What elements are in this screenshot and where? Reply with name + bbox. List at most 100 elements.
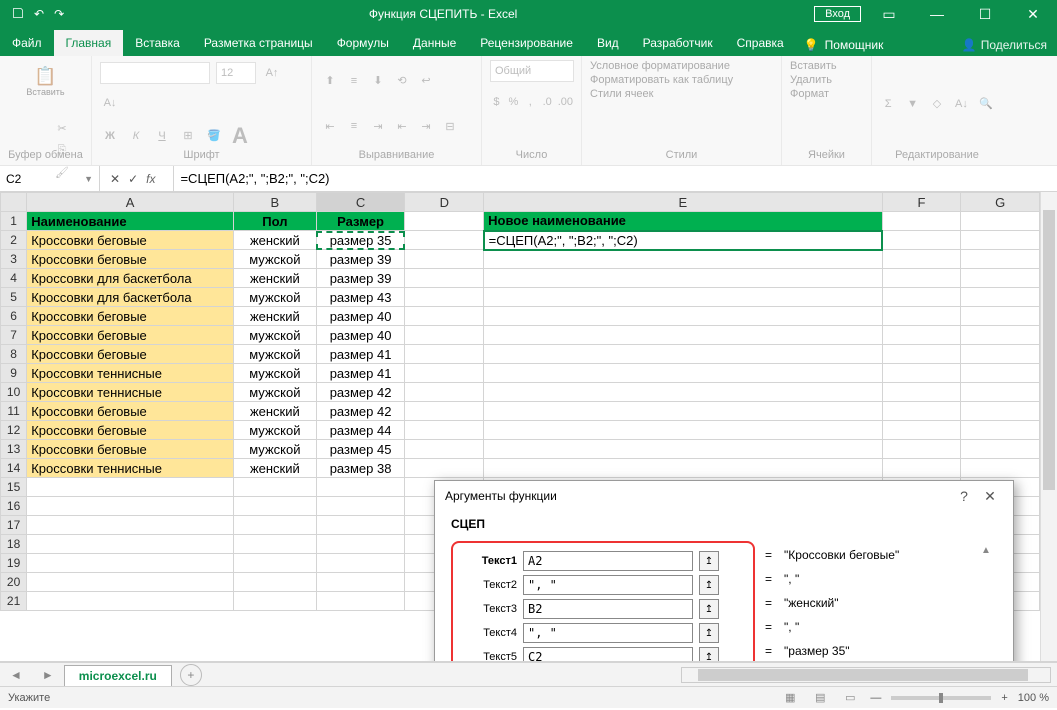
cell[interactable] [405,459,484,478]
cell[interactable] [484,307,882,326]
cell[interactable] [882,383,961,402]
page-break-view-icon[interactable]: ▭ [840,688,860,708]
redo-icon[interactable]: ↷ [54,7,64,22]
align-bottom-icon[interactable]: ⬇ [368,71,388,91]
cell[interactable] [234,516,317,535]
border-icon[interactable]: ⊞ [178,126,198,146]
cell[interactable]: Кроссовки беговые [27,421,234,440]
cell[interactable] [882,345,961,364]
cell[interactable] [882,231,961,250]
cell[interactable] [961,250,1040,269]
cell[interactable] [484,402,882,421]
range-picker-icon[interactable]: ↥ [699,623,719,643]
cell[interactable] [961,383,1040,402]
find-icon[interactable]: 🔍 [978,94,994,114]
table-row[interactable]: 8Кроссовки беговыемужскойразмер 41 [1,345,1040,364]
cell[interactable] [234,478,317,497]
decrease-decimal-icon[interactable]: .00 [558,92,573,112]
cell[interactable] [484,440,882,459]
cell[interactable] [316,497,405,516]
cell[interactable] [27,516,234,535]
page-layout-view-icon[interactable]: ▤ [810,688,830,708]
tab-formulas[interactable]: Формулы [325,30,401,56]
cell[interactable] [27,573,234,592]
cell[interactable] [234,554,317,573]
cancel-formula-icon[interactable]: ✕ [110,172,120,186]
cell[interactable] [27,535,234,554]
cell[interactable] [882,269,961,288]
cell[interactable]: мужской [234,383,317,402]
col-header-A[interactable]: A [27,193,234,212]
sheet-nav-prev-icon[interactable]: ◄ [0,668,32,682]
align-left-icon[interactable]: ⇤ [320,116,340,136]
table-row[interactable]: 7Кроссовки беговыемужскойразмер 40 [1,326,1040,345]
cell[interactable] [405,440,484,459]
cell[interactable]: Пол [234,212,317,231]
cell[interactable]: размер 41 [316,345,405,364]
cell[interactable] [234,497,317,516]
name-box[interactable]: C2 ▼ [0,166,100,191]
table-row[interactable]: 10Кроссовки теннисныемужскойразмер 42 [1,383,1040,402]
col-header-F[interactable]: F [882,193,961,212]
cell[interactable] [961,326,1040,345]
cell[interactable] [27,554,234,573]
cell[interactable] [882,288,961,307]
tab-view[interactable]: Вид [585,30,631,56]
cell[interactable]: Кроссовки беговые [27,250,234,269]
paste-button[interactable]: 📋 Вставить [28,60,64,102]
cell[interactable] [882,307,961,326]
dialog-titlebar[interactable]: Аргументы функции ? ✕ [435,481,1013,511]
currency-icon[interactable]: $ [490,92,503,112]
col-header-C[interactable]: C [316,193,405,212]
font-size-select[interactable] [216,62,256,84]
decrease-font-icon[interactable]: A↓ [100,93,120,113]
cell[interactable]: Размер [316,212,405,231]
cell[interactable] [27,497,234,516]
help-icon[interactable]: ? [951,488,977,504]
cell[interactable] [405,326,484,345]
cell[interactable]: мужской [234,364,317,383]
scroll-up-icon[interactable]: ▲ [981,545,997,556]
cell[interactable]: Кроссовки беговые [27,307,234,326]
cell[interactable]: Новое наименование [484,212,882,231]
align-center-icon[interactable]: ≡ [344,116,364,136]
table-row[interactable]: 5Кроссовки для баскетболамужскойразмер 4… [1,288,1040,307]
range-picker-icon[interactable]: ↥ [699,599,719,619]
format-painter-icon[interactable]: 🖌 [52,162,72,182]
font-name-select[interactable] [100,62,210,84]
col-header-G[interactable]: G [961,193,1040,212]
align-middle-icon[interactable]: ≡ [344,71,364,91]
insert-cells-button[interactable]: Вставить [790,60,837,72]
cell[interactable] [882,402,961,421]
cell[interactable] [484,326,882,345]
percent-icon[interactable]: % [507,92,520,112]
cell[interactable] [405,250,484,269]
fill-icon[interactable]: ▼ [904,94,920,114]
cell[interactable]: Кроссовки для баскетбола [27,288,234,307]
cell[interactable] [405,383,484,402]
cell[interactable] [484,421,882,440]
table-row[interactable]: 3Кроссовки беговыемужскойразмер 39 [1,250,1040,269]
arg-input-3[interactable] [523,599,693,619]
tab-insert[interactable]: Вставка [123,30,192,56]
new-sheet-icon[interactable]: + [180,664,202,686]
tab-file[interactable]: Файл [0,30,54,56]
zoom-level[interactable]: 100 % [1018,692,1049,704]
cell[interactable]: Кроссовки беговые [27,326,234,345]
cell[interactable] [961,288,1040,307]
cell[interactable]: мужской [234,326,317,345]
cell[interactable] [27,592,234,611]
cell[interactable] [234,535,317,554]
cell[interactable] [316,535,405,554]
tell-me[interactable]: 💡 Помощник [796,38,892,56]
cell[interactable]: Наименование [27,212,234,231]
arg-input-1[interactable] [523,551,693,571]
cell[interactable]: женский [234,402,317,421]
cell[interactable]: Кроссовки теннисные [27,459,234,478]
cell[interactable] [961,402,1040,421]
number-format-select[interactable] [490,60,574,82]
cell[interactable]: Кроссовки беговые [27,440,234,459]
comma-icon[interactable]: , [524,92,537,112]
share-button[interactable]: 👤 Поделиться [952,38,1057,56]
table-row[interactable]: 6Кроссовки беговыеженскийразмер 40 [1,307,1040,326]
